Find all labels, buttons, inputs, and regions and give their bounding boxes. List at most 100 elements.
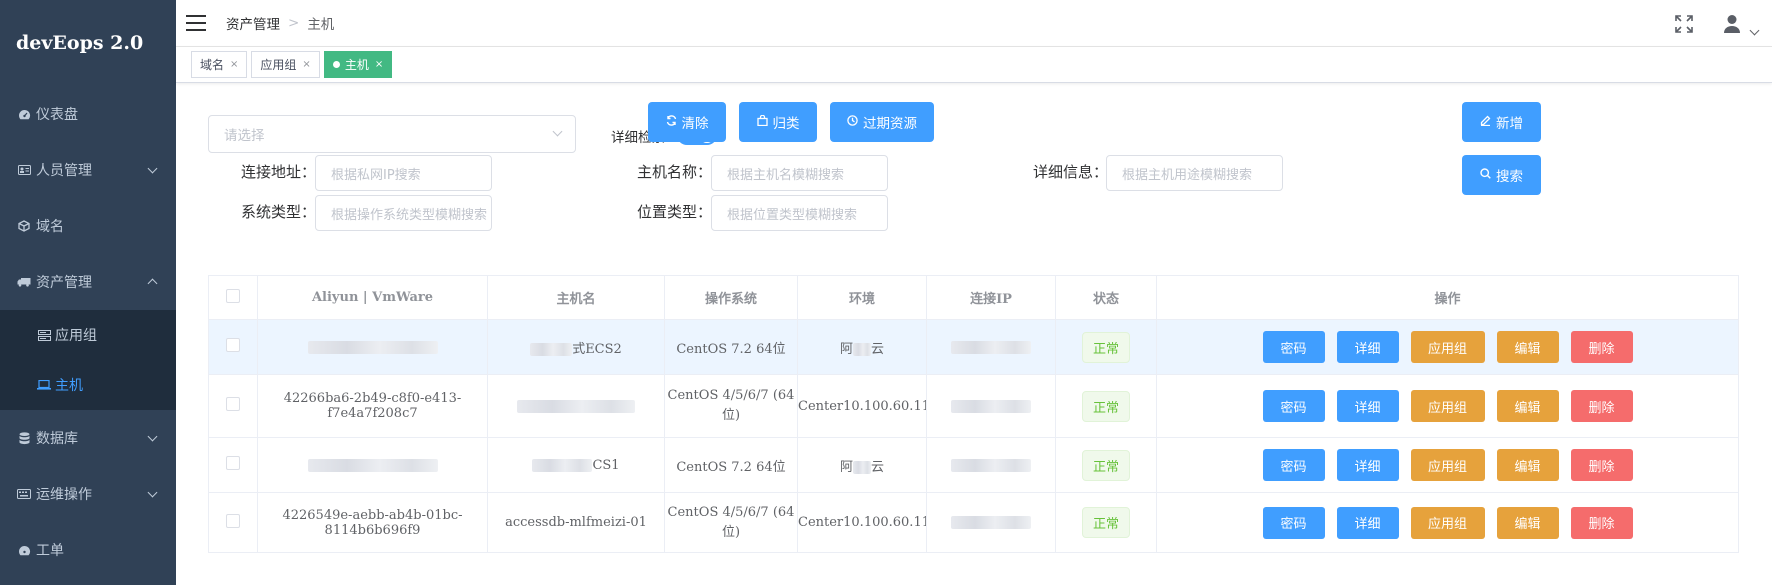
location-input[interactable]: 根据位置类型模糊搜索 [711,195,888,231]
detail-input[interactable]: 根据主机用途模糊搜索 [1106,155,1283,191]
table-header-row: Aliyun | VmWare 主机名 操作系统 环境 连接IP 状态 操作 [208,275,1739,320]
detail-button[interactable]: 详细 [1336,390,1399,422]
row-checkbox[interactable] [226,338,240,352]
laptop-icon [36,380,52,390]
sidebar-item-label: 应用组 [55,328,97,344]
hamburger-icon[interactable] [186,15,206,31]
detail-button[interactable]: 详细 [1336,506,1399,539]
caret-down-icon[interactable] [1749,25,1760,36]
table-row[interactable]: CS1 CentOS 7.2 64位 阿 云 正常 密码 详细 应用组 编辑 删除 [208,437,1739,493]
os-cell: CentOS 7.2 64位 [664,437,798,493]
table-row[interactable]: 4226549e-aebb-ab4b-01bc-8114b6b696f9 acc… [208,492,1739,553]
expired-resources-button[interactable]: 过期资源 [830,102,934,142]
column-header: 状态 [1055,275,1157,320]
search-label: 搜索 [1496,169,1523,185]
detail-button[interactable]: 详细 [1336,331,1399,363]
appgroup-button[interactable]: 应用组 [1410,506,1485,539]
clear-button[interactable]: 清除 [648,102,726,142]
edit-button[interactable]: 编辑 [1496,331,1559,363]
app-root: devEops 2.0 仪表盘 人员管理 域名 资产管理 应用组 主机 数据库 … [0,0,1772,585]
redacted-id [307,340,438,354]
password-button[interactable]: 密码 [1262,331,1325,363]
chevron-down-icon [147,163,158,174]
hostname-label: 主机名称： [637,163,713,181]
select-placeholder: 请选择 [224,128,265,144]
search-icon [1480,168,1491,182]
close-icon[interactable]: × [375,59,383,70]
close-icon[interactable]: × [230,59,238,70]
hosts-table: Aliyun | VmWare 主机名 操作系统 环境 连接IP 状态 操作 式… [208,275,1739,553]
column-header: 操作系统 [664,275,798,320]
sidebar-item-database[interactable]: 数据库 [0,410,176,466]
env-cell: 阿 [839,459,853,475]
conn-addr-input[interactable]: 根据私网IP搜索 [315,155,492,191]
delete-button[interactable]: 删除 [1570,331,1633,363]
sidebar-item-workorder[interactable]: 工单 [0,522,176,578]
table-row[interactable]: 式ECS2 CentOS 7.2 64位 阿云 正常 密码 详细 应用组 编辑 … [208,319,1739,375]
assets-submenu: 应用组 主机 [0,310,176,410]
location-label: 位置类型： [637,203,713,221]
tag-host[interactable]: 主机 × [323,51,393,78]
active-dot-icon [332,61,340,68]
classify-button[interactable]: 归类 [739,102,817,142]
password-button[interactable]: 密码 [1262,506,1325,539]
column-header: Aliyun | VmWare [257,275,488,320]
sidebar-item-label: 运维操作 [36,487,92,503]
os-input[interactable]: 根据操作系统类型模糊搜索 [315,195,492,231]
chevron-up-icon [147,278,158,289]
redacted-text [853,460,871,474]
sidebar-item-personnel[interactable]: 人员管理 [0,142,176,198]
sidebar: devEops 2.0 仪表盘 人员管理 域名 资产管理 应用组 主机 数据库 … [0,0,176,585]
delete-button[interactable]: 删除 [1570,506,1633,539]
input-placeholder: 根据私网IP搜索 [331,167,421,183]
user-avatar-icon[interactable] [1723,14,1741,34]
row-checkbox[interactable] [226,513,240,528]
appgroup-button[interactable]: 应用组 [1410,390,1485,422]
sidebar-item-host[interactable]: 主机 [0,360,176,410]
tag-label: 主机 [344,58,369,72]
id-cell: 4226549e-aebb-ab4b-01bc-8114b6b696f9 [257,492,488,553]
status-badge: 正常 [1081,331,1130,363]
appgroup-button[interactable]: 应用组 [1410,449,1485,481]
hostname-input[interactable]: 根据主机名模糊搜索 [711,155,888,191]
tag-domain[interactable]: 域名 × [191,51,248,78]
select-all-checkbox[interactable] [226,288,240,303]
sidebar-item-assets[interactable]: 资产管理 [0,254,176,310]
delete-button[interactable]: 删除 [1570,449,1633,481]
sidebar-item-domain[interactable]: 域名 [0,198,176,254]
edit-button[interactable]: 编辑 [1496,449,1559,481]
password-button[interactable]: 密码 [1262,390,1325,422]
refresh-icon [666,115,677,129]
dashboard-icon [16,109,32,120]
sidebar-item-label: 仪表盘 [36,107,78,123]
table-row[interactable]: 42266ba6-2b49-c8f0-e413-f7e4a7f208c7 Cen… [208,374,1739,438]
sidebar-item-dashboard[interactable]: 仪表盘 [0,86,176,142]
close-icon[interactable]: × [302,59,310,70]
row-checkbox[interactable] [226,397,240,411]
status-badge: 正常 [1081,390,1130,422]
classify-label: 归类 [772,116,800,132]
fullscreen-icon[interactable] [1675,14,1693,33]
row-checkbox[interactable] [226,456,240,470]
add-label: 新增 [1496,116,1523,132]
breadcrumb-parent[interactable]: 资产管理 [226,13,280,33]
password-button[interactable]: 密码 [1262,449,1325,481]
sidebar-item-label: 资产管理 [36,275,92,291]
input-placeholder: 根据位置类型模糊搜索 [727,207,858,223]
chevron-down-icon [147,431,158,442]
sidebar-item-ops[interactable]: 运维操作 [0,466,176,522]
chevron-down-icon [552,126,563,137]
add-button[interactable]: 新增 [1462,102,1541,142]
sidebar-item-label: 人员管理 [36,163,92,179]
detail-button[interactable]: 详细 [1336,449,1399,481]
delete-button[interactable]: 删除 [1570,390,1633,422]
sidebar-item-appgroup[interactable]: 应用组 [0,310,176,360]
search-button[interactable]: 搜索 [1462,155,1541,195]
edit-button[interactable]: 编辑 [1496,390,1559,422]
chevron-down-icon [147,487,158,498]
edit-button[interactable]: 编辑 [1496,506,1559,539]
category-select[interactable]: 请选择 [208,115,576,153]
tag-appgroup[interactable]: 应用组 × [251,51,320,78]
appgroup-button[interactable]: 应用组 [1410,331,1485,363]
truck-icon [16,277,32,287]
